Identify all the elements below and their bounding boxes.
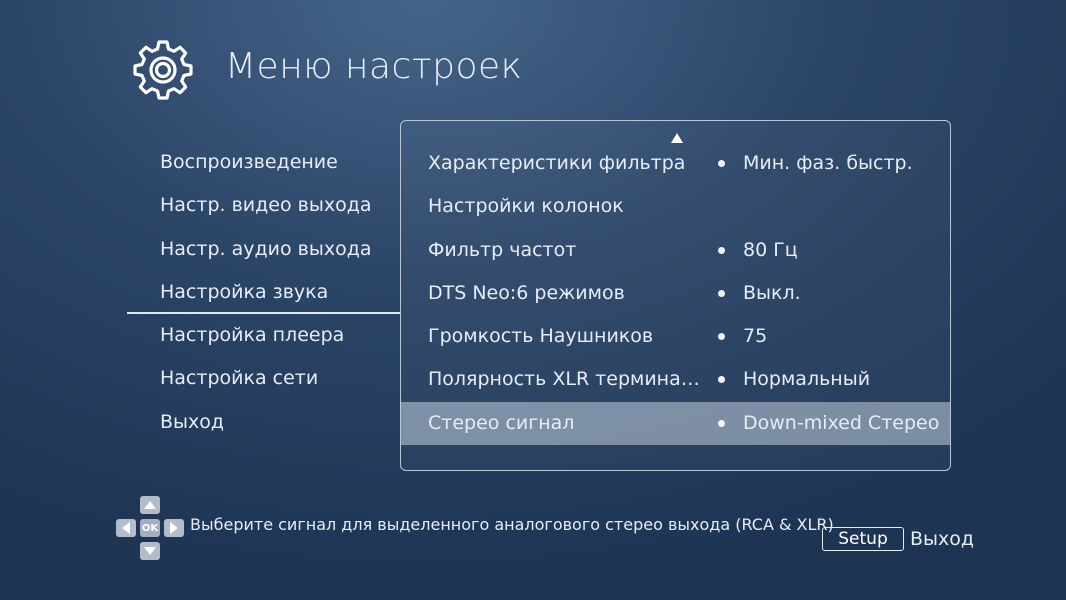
dpad-right-icon xyxy=(164,519,184,537)
setting-value: Выкл. xyxy=(743,281,801,304)
bullet-icon xyxy=(718,289,725,297)
dpad-ok-icon: OK xyxy=(140,519,160,537)
bullet-icon xyxy=(718,160,725,167)
setting-label: Фильтр частот xyxy=(428,238,577,261)
sidebar-item-sound-settings[interactable]: Настройка звука xyxy=(160,271,371,314)
setting-label: Настройки колонок xyxy=(428,195,624,218)
setting-value: Нормальный xyxy=(743,368,871,391)
setting-row-crossover[interactable]: Фильтр частот 80 Гц xyxy=(401,229,950,272)
setting-row-headphone-volume[interactable]: Громкость Наушников 75 xyxy=(401,315,950,358)
setting-row-filter-characteristics[interactable]: Характеристики фильтра Мин. фаз. быстр. xyxy=(401,142,950,185)
sidebar-item-audio-output[interactable]: Настр. аудио выхода xyxy=(160,228,371,271)
setting-value: Down-mixed Стерео xyxy=(743,411,940,434)
setting-label: Громкость Наушников xyxy=(428,325,654,348)
sidebar-item-video-output[interactable]: Настр. видео выхода xyxy=(160,184,371,227)
setting-row-speaker-settings[interactable]: Настройки колонок xyxy=(401,185,950,228)
setting-label: Характеристики фильтра xyxy=(428,152,686,174)
help-text: Выберите сигнал для выделенного аналогов… xyxy=(190,515,834,534)
setting-row-stereo-signal[interactable]: Стерео сигнал Down-mixed Стерео xyxy=(401,401,950,446)
active-item-underline xyxy=(127,312,400,314)
setting-value: Мин. фаз. быстр. xyxy=(743,152,913,174)
gear-icon xyxy=(133,40,193,100)
bullet-icon xyxy=(718,246,725,254)
setting-value: 75 xyxy=(743,325,768,348)
sidebar-item-playback[interactable]: Воспроизведение xyxy=(160,141,371,184)
setup-button[interactable]: Setup xyxy=(822,527,904,551)
dpad-icon: OK xyxy=(115,496,187,562)
dpad-up-icon xyxy=(140,496,160,514)
settings-panel: Характеристики фильтра Мин. фаз. быстр. … xyxy=(400,120,951,471)
bullet-icon xyxy=(718,376,725,384)
setting-value: 80 Гц xyxy=(743,238,798,261)
setting-label: Стерео сигнал xyxy=(428,411,575,434)
setting-row-xlr-polarity[interactable]: Полярность XLR термина… Нормальный xyxy=(401,358,950,401)
exit-label: Выход xyxy=(910,528,975,550)
sidebar-item-player-settings[interactable]: Настройка плеера xyxy=(160,314,371,357)
setting-label: Полярность XLR термина… xyxy=(428,368,700,391)
sidebar-item-exit[interactable]: Выход xyxy=(160,401,371,444)
setting-label: DTS Neo:6 режимов xyxy=(428,281,625,304)
setting-row-dts-neo6[interactable]: DTS Neo:6 режимов Выкл. xyxy=(401,272,950,315)
settings-list: Характеристики фильтра Мин. фаз. быстр. … xyxy=(401,142,950,446)
header xyxy=(133,40,193,100)
page-title: Меню настроек xyxy=(225,46,523,87)
dpad-left-icon xyxy=(116,519,136,537)
dpad-down-icon xyxy=(140,542,160,560)
bullet-icon xyxy=(718,333,725,341)
bullet-icon xyxy=(718,419,725,427)
sidebar-menu: Воспроизведение Настр. видео выхода Наст… xyxy=(160,141,371,444)
sidebar-item-network-settings[interactable]: Настройка сети xyxy=(160,357,371,400)
